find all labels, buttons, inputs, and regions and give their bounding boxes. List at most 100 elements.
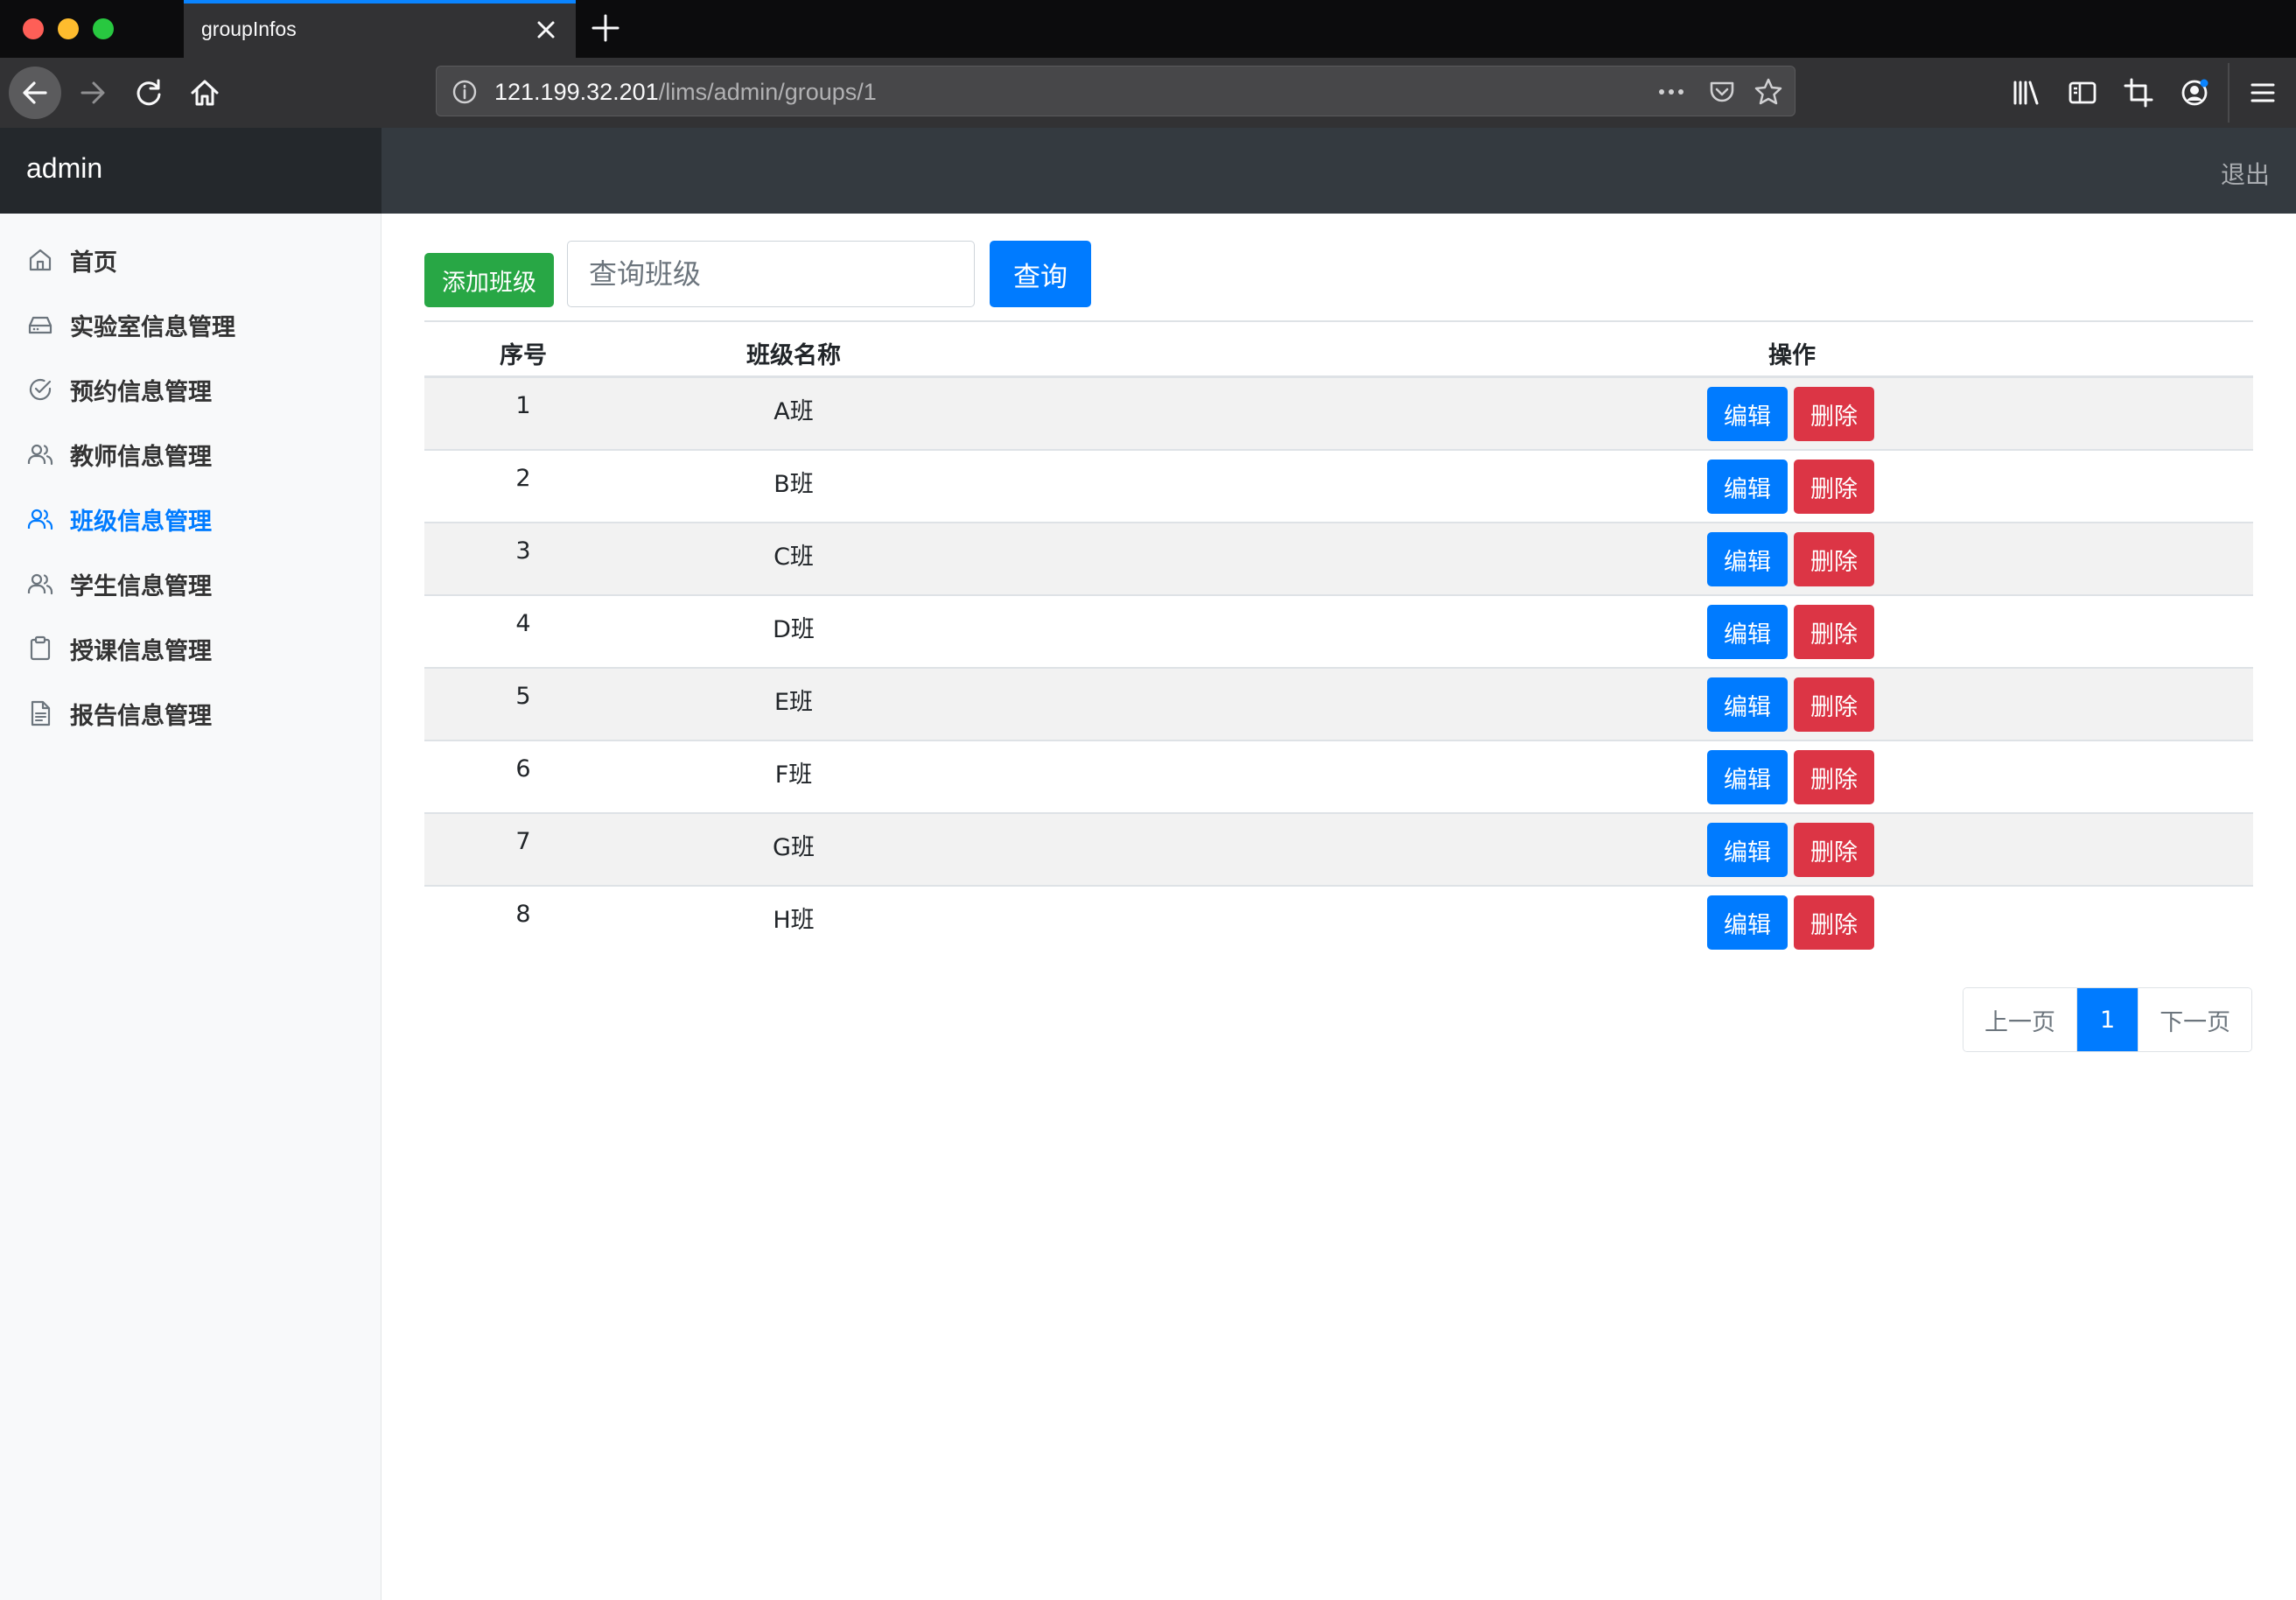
row-class-name: A班 — [774, 398, 814, 425]
row-index: 7 — [515, 828, 531, 855]
sidebar-item-label: 首页 — [70, 249, 117, 277]
info-icon[interactable] — [451, 78, 479, 106]
row-class-name: C班 — [774, 544, 814, 571]
delete-button[interactable]: 删除 — [1794, 677, 1874, 732]
url-path: /lims/admin/groups/1 — [658, 79, 877, 105]
column-header-actions: 操作 — [1768, 342, 1816, 369]
sidebar-item-label: 报告信息管理 — [70, 702, 212, 730]
account-icon[interactable] — [2177, 75, 2212, 110]
sidebar-item-label: 教师信息管理 — [70, 443, 212, 471]
sidebar-item-courses[interactable]: 授课信息管理 — [26, 627, 368, 670]
tab-title: groupInfos — [201, 18, 297, 40]
row-index: 4 — [515, 610, 531, 637]
row-index: 6 — [515, 755, 531, 782]
row-index: 5 — [515, 683, 531, 710]
hamburger-menu-icon[interactable] — [2245, 75, 2280, 110]
edit-button[interactable]: 编辑 — [1707, 532, 1788, 586]
edit-button[interactable]: 编辑 — [1707, 895, 1788, 950]
browser-nav-bar: 121.199.32.201/lims/admin/groups/1 — [0, 58, 2296, 128]
file-text-icon — [31, 700, 51, 726]
delete-button[interactable]: 删除 — [1794, 532, 1874, 586]
check-circle-icon — [29, 378, 52, 401]
delete-button[interactable]: 删除 — [1794, 605, 1874, 659]
bookmark-star-icon[interactable] — [1753, 76, 1784, 108]
column-header-index: 序号 — [500, 342, 547, 369]
sidebar-item-reservations[interactable]: 预约信息管理 — [26, 368, 368, 411]
table-header: 序号 班级名称 操作 — [424, 320, 2253, 378]
sidebar-toggle-icon[interactable] — [2065, 75, 2100, 110]
search-class-input[interactable] — [567, 241, 975, 307]
edit-button[interactable]: 编辑 — [1707, 605, 1788, 659]
back-button[interactable] — [9, 67, 61, 119]
add-class-button[interactable]: 添加班级 — [424, 253, 554, 307]
sidebar-item-labs[interactable]: 实验室信息管理 — [26, 303, 368, 347]
brand[interactable]: admin — [0, 128, 382, 214]
close-tab-icon[interactable] — [530, 14, 562, 46]
sidebar-item-reports[interactable]: 报告信息管理 — [26, 691, 368, 735]
table-row: 2 B班 编辑 删除 — [424, 451, 2253, 523]
prev-page-button[interactable]: 上一页 — [1964, 988, 2076, 1051]
table-row: 8 H班 编辑 删除 — [424, 887, 2253, 959]
users-icon — [27, 444, 53, 466]
toolbar-separator — [2228, 63, 2230, 123]
home-icon[interactable] — [187, 75, 222, 110]
sidebar-item-teachers[interactable]: 教师信息管理 — [26, 432, 368, 476]
table-row: 4 D班 编辑 删除 — [424, 596, 2253, 669]
maximize-window-button[interactable] — [93, 18, 114, 39]
row-class-name: H班 — [773, 907, 815, 934]
sidebar-item-home[interactable]: 首页 — [26, 238, 368, 282]
delete-button[interactable]: 删除 — [1794, 823, 1874, 877]
row-class-name: D班 — [773, 616, 815, 643]
logout-link[interactable]: 退出 — [2221, 156, 2270, 191]
row-index: 8 — [515, 901, 531, 928]
arrow-left-icon — [23, 81, 47, 104]
browser-tab-bar: groupInfos — [0, 0, 2296, 58]
query-button[interactable]: 查询 — [990, 241, 1091, 307]
sidebar-item-label: 学生信息管理 — [70, 572, 212, 600]
screenshot-crop-icon[interactable] — [2121, 75, 2156, 110]
edit-button[interactable]: 编辑 — [1707, 677, 1788, 732]
delete-button[interactable]: 删除 — [1794, 895, 1874, 950]
new-tab-icon[interactable] — [588, 11, 623, 46]
delete-button[interactable]: 删除 — [1794, 387, 1874, 441]
next-page-button[interactable]: 下一页 — [2138, 988, 2252, 1051]
sidebar-item-label: 实验室信息管理 — [70, 313, 235, 341]
table-row: 6 F班 编辑 删除 — [424, 741, 2253, 814]
browser-tab[interactable]: groupInfos — [184, 0, 576, 58]
row-class-name: E班 — [774, 689, 814, 716]
page-number-button[interactable]: 1 — [2076, 988, 2138, 1051]
edit-button[interactable]: 编辑 — [1707, 750, 1788, 804]
row-index: 2 — [515, 465, 531, 492]
brand-name: admin — [26, 152, 103, 184]
sidebar-item-label: 授课信息管理 — [70, 637, 212, 665]
users-icon — [27, 573, 53, 595]
minimize-window-button[interactable] — [58, 18, 79, 39]
table-row: 1 A班 编辑 删除 — [424, 378, 2253, 451]
delete-button[interactable]: 删除 — [1794, 460, 1874, 514]
url-host: 121.199.32.201 — [494, 79, 659, 105]
sidebar-item-students[interactable]: 学生信息管理 — [26, 562, 368, 606]
delete-button[interactable]: 删除 — [1794, 750, 1874, 804]
table-row: 3 C班 编辑 删除 — [424, 523, 2253, 596]
more-actions-icon[interactable] — [1656, 79, 1686, 105]
url-bar[interactable]: 121.199.32.201/lims/admin/groups/1 — [436, 66, 1796, 116]
library-icon[interactable] — [2009, 75, 2044, 110]
row-class-name: F班 — [774, 761, 813, 789]
column-header-class-name: 班级名称 — [746, 342, 841, 369]
edit-button[interactable]: 编辑 — [1707, 460, 1788, 514]
forward-icon[interactable] — [75, 75, 110, 110]
edit-button[interactable]: 编辑 — [1707, 387, 1788, 441]
row-index: 3 — [515, 537, 531, 565]
home-icon — [29, 249, 52, 271]
reload-icon[interactable] — [131, 75, 166, 110]
row-class-name: G班 — [773, 834, 815, 861]
sidebar-item-label: 班级信息管理 — [70, 508, 212, 536]
sidebar-item-label: 预约信息管理 — [70, 378, 212, 406]
pocket-icon[interactable] — [1707, 77, 1737, 107]
table-row: 5 E班 编辑 删除 — [424, 669, 2253, 741]
sidebar-item-classes[interactable]: 班级信息管理 — [26, 497, 368, 541]
edit-button[interactable]: 编辑 — [1707, 823, 1788, 877]
hard-drive-icon — [28, 316, 52, 334]
app-top-bar: admin 退出 — [0, 128, 2296, 214]
close-window-button[interactable] — [23, 18, 44, 39]
